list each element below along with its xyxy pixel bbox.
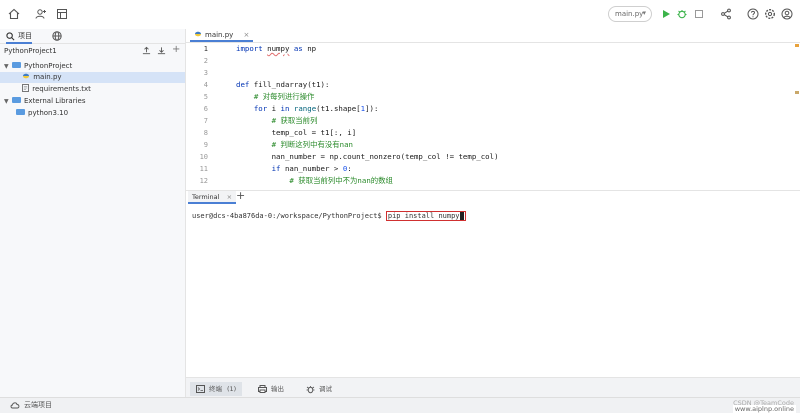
tree-item-label: main.py	[33, 73, 62, 81]
cloud-project-indicator[interactable]: 云端项目	[10, 400, 52, 410]
top-toolbar: main.py ▾	[0, 0, 800, 30]
settings-icon[interactable]	[763, 7, 777, 21]
tab-terminal[interactable]: Terminal ×	[188, 191, 237, 204]
status-bar: 云端项目 CSDN @TeamCode www.aiplnp.online	[0, 397, 800, 413]
code-line: def fill_ndarray(t1):	[236, 80, 330, 89]
tab-label: 输出	[271, 385, 284, 393]
terminal-icon	[196, 385, 205, 393]
code-line: # 获取当前列	[271, 116, 318, 125]
download-icon[interactable]	[157, 46, 166, 57]
bug-icon	[306, 385, 315, 393]
code-line: # 对每列进行操作	[253, 92, 315, 101]
run-configuration-select[interactable]: main.py ▾	[608, 6, 652, 22]
run-icon[interactable]	[659, 7, 673, 21]
code-line: nan_number = np.count_nonzero(temp_col !…	[236, 152, 499, 161]
tree-item-label: PythonProject	[24, 62, 73, 70]
add-terminal-button[interactable]: +	[236, 189, 245, 202]
debug-icon[interactable]	[675, 7, 689, 21]
code-line: import numpy as np	[236, 44, 317, 53]
warning-marker[interactable]	[795, 91, 799, 94]
tab-label: 终端	[209, 385, 222, 393]
code-line: temp_col = t1[:, i]	[236, 128, 357, 137]
tree-item-external-libraries[interactable]: ▼ External Libraries	[0, 96, 185, 107]
text-file-icon	[22, 84, 30, 92]
tab-main-py[interactable]: main.py ×	[190, 29, 254, 42]
grid-icon[interactable]	[55, 7, 69, 21]
search-icon	[6, 31, 15, 40]
account-icon[interactable]	[780, 7, 794, 21]
tab-label: Terminal	[192, 193, 220, 201]
project-header: PythonProject1 +	[0, 44, 185, 58]
tree-item-pythonproject[interactable]: ▼ PythonProject	[0, 61, 185, 72]
tab-label: 调试	[319, 385, 332, 393]
folder-icon	[16, 109, 25, 115]
tree-item-main-py[interactable]: main.py	[0, 72, 185, 83]
help-icon[interactable]	[746, 7, 760, 21]
code-line: for i in range(t1.shape[1]):	[253, 104, 379, 113]
add-user-icon[interactable]	[34, 7, 48, 21]
chevron-down-icon: ▾	[642, 9, 646, 17]
terminal-cursor	[459, 212, 464, 220]
code-line: if nan_number > 0:	[271, 164, 352, 173]
expand-arrow-icon: ▼	[4, 63, 9, 70]
close-icon[interactable]: ×	[227, 193, 232, 201]
tab-count: (1)	[227, 385, 237, 393]
run-config-label: main.py	[615, 10, 644, 18]
project-panel-tabs: 项目	[0, 29, 185, 44]
printer-icon	[258, 385, 267, 393]
expand-arrow-icon: ▼	[4, 98, 9, 105]
cloud-icon	[10, 402, 20, 409]
code-line: # 判断这列中有没有nan	[271, 140, 353, 149]
tree-item-label: requirements.txt	[32, 85, 91, 93]
project-panel: 项目 PythonProject1 + ▼ PythonProject main.…	[0, 29, 186, 397]
tab-label: main.py	[205, 31, 234, 39]
code-line: temp_not_nan_col = temp_col[temp_col == …	[236, 187, 507, 189]
upload-icon[interactable]	[142, 46, 151, 57]
code-line: # 获取当前列中不为nan的数组	[289, 176, 393, 185]
tree-item-python310[interactable]: python3.10	[0, 108, 185, 119]
tree-item-label: External Libraries	[24, 97, 86, 105]
terminal-line: user@dcs-4ba876da-0:/workspace/PythonPro…	[192, 211, 466, 221]
tree-item-label: python3.10	[28, 109, 69, 117]
share-icon[interactable]	[719, 7, 733, 21]
tab-output[interactable]: 输出	[258, 382, 284, 396]
tab-terminal-bottom[interactable]: 终端 (1)	[190, 382, 243, 396]
terminal-prompt: user@dcs-4ba876da-0:/workspace/PythonPro…	[192, 212, 386, 220]
highlighted-command: pip install numpy	[385, 211, 466, 221]
terminal-tab-bar: Terminal × +	[186, 189, 800, 205]
terminal-output[interactable]: user@dcs-4ba876da-0:/workspace/PythonPro…	[186, 204, 800, 376]
stop-icon[interactable]	[692, 7, 706, 21]
close-icon[interactable]: ×	[244, 31, 250, 39]
code-area[interactable]: import numpy as np def fill_ndarray(t1):…	[186, 42, 800, 189]
cloud-project-label: 云端项目	[24, 401, 52, 409]
python-file-icon	[195, 31, 201, 37]
folder-icon	[12, 62, 21, 68]
project-name: PythonProject1	[4, 47, 57, 55]
bottom-panel-tabs: 终端 (1) 输出 调试	[186, 377, 800, 398]
code-editor[interactable]: main.py × 1 2 3 4 5 6 7 8 9 10 11 12 13 …	[186, 29, 800, 193]
tree-item-requirements[interactable]: requirements.txt	[0, 84, 185, 95]
editor-tabs: main.py ×	[186, 29, 800, 43]
home-icon[interactable]	[7, 7, 21, 21]
terminal-command: pip install numpy	[387, 212, 460, 220]
tab-project[interactable]: 项目	[6, 30, 32, 44]
tab-debug[interactable]: 调试	[306, 382, 332, 396]
warning-marker[interactable]	[795, 44, 799, 47]
folder-icon	[12, 97, 21, 103]
tab-project-label: 项目	[18, 32, 32, 40]
add-file-icon[interactable]: +	[172, 44, 180, 55]
globe-icon[interactable]	[52, 31, 62, 43]
python-file-icon	[23, 73, 30, 79]
